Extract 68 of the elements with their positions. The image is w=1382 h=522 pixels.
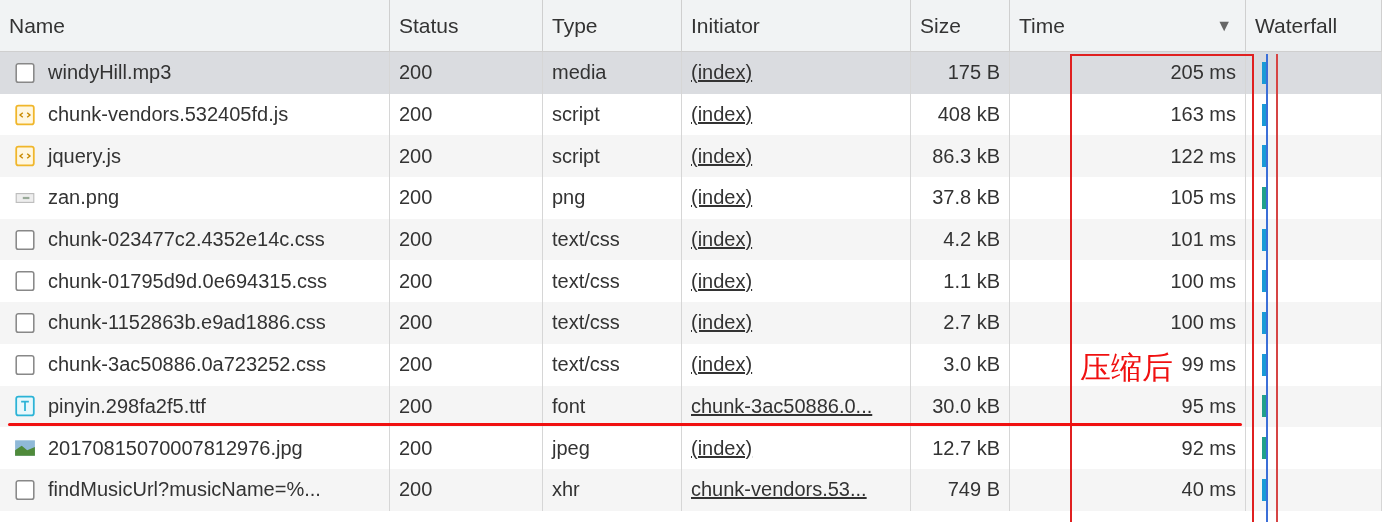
initiator-link[interactable]: (index) <box>691 228 753 252</box>
document-icon <box>14 61 36 84</box>
table-row[interactable]: 20170815070007812976.jpg 200 jpeg (index) 12.7 kB 92 ms <box>0 427 1382 469</box>
file-name: chunk-01795d9d.0e694315.css <box>48 269 328 293</box>
table-row[interactable]: chunk-01795d9d.0e694315.css 200 text/css (index) 1.1 kB 100 ms <box>0 260 1382 303</box>
time-value: 205 ms <box>1010 52 1246 94</box>
file-name: chunk-1152863b.e9ad1886.css <box>48 311 326 335</box>
document-icon <box>14 353 36 376</box>
script-icon <box>14 145 36 168</box>
file-name: chunk-vendors.532405fd.js <box>48 103 289 127</box>
document-icon <box>14 478 36 501</box>
resource-type: media <box>543 52 682 94</box>
file-name: 20170815070007812976.jpg <box>48 436 303 460</box>
initiator-link[interactable]: (index) <box>691 103 753 127</box>
file-name: windyHill.mp3 <box>48 61 172 85</box>
document-icon <box>14 270 36 293</box>
sort-indicator: ▼ <box>1216 16 1232 35</box>
initiator-link[interactable]: (index) <box>691 144 753 168</box>
initiator-link[interactable]: (index) <box>691 61 753 85</box>
resource-type: text/css <box>543 302 682 344</box>
file-name: pinyin.298fa2f5.ttf <box>48 394 206 418</box>
table-row[interactable]: jquery.js 200 script (index) 86.3 kB 122 ms <box>0 135 1382 178</box>
column-header[interactable]: Status <box>390 0 543 52</box>
column-header[interactable]: Size <box>911 0 1010 52</box>
resource-type: xhr <box>543 468 682 511</box>
size-value: 86.3 kB <box>911 135 1010 178</box>
file-name: zan.png <box>48 186 120 210</box>
time-value: 122 ms <box>1010 135 1246 178</box>
font-icon <box>14 395 36 418</box>
status-code: 200 <box>390 52 543 94</box>
initiator-link[interactable]: (index) <box>691 436 753 460</box>
table-row[interactable]: chunk-vendors.532405fd.js 200 script (index) 408 kB 163 ms <box>0 93 1382 136</box>
resource-type: text/css <box>543 218 682 261</box>
document-icon <box>14 311 36 334</box>
time-value: 40 ms <box>1010 468 1246 511</box>
table-row[interactable]: chunk-1152863b.e9ad1886.css 200 text/css (index) 2.7 kB 100 ms <box>0 302 1382 344</box>
status-code: 200 <box>390 468 543 511</box>
size-value: 2.7 kB <box>911 302 1010 344</box>
table-row[interactable]: findMusicUrl?musicName=%... 200 xhr chunk-vendors.53... 749 B 40 ms <box>0 468 1382 511</box>
column-header[interactable]: Type <box>543 0 682 52</box>
initiator-link[interactable]: (index) <box>691 311 753 335</box>
table-row[interactable]: chunk-023477c2.4352e14c.css 200 text/css (index) 4.2 kB 101 ms <box>0 218 1382 261</box>
size-value: 749 B <box>911 468 1010 511</box>
table-row[interactable]: pinyin.298fa2f5.ttf 200 font chunk-3ac50886.0... 30.0 kB 95 ms <box>0 385 1382 428</box>
size-value: 4.2 kB <box>911 218 1010 261</box>
time-value: 101 ms <box>1010 218 1246 261</box>
script-icon <box>14 103 36 126</box>
column-header[interactable]: Waterfall <box>1246 0 1382 52</box>
table-row[interactable]: zan.png 200 png (index) 37.8 kB 105 ms <box>0 177 1382 219</box>
resource-type: script <box>543 135 682 178</box>
annotation-text: 压缩后 <box>1080 349 1173 387</box>
file-name: chunk-3ac50886.0a723252.css <box>48 353 326 377</box>
initiator-link[interactable]: (index) <box>691 186 753 210</box>
initiator-link[interactable]: (index) <box>691 353 753 377</box>
table-row[interactable]: windyHill.mp3 200 media (index) 175 B 205 ms <box>0 52 1382 94</box>
column-header[interactable]: Initiator <box>682 0 911 52</box>
status-code: 200 <box>390 135 543 178</box>
column-header[interactable]: Time ▼ <box>1010 0 1246 52</box>
document-icon <box>14 228 36 251</box>
file-name: chunk-023477c2.4352e14c.css <box>48 228 325 252</box>
column-header[interactable]: Name <box>0 0 390 52</box>
status-code: 200 <box>390 218 543 261</box>
initiator-link[interactable]: (index) <box>691 269 753 293</box>
file-name: findMusicUrl?musicName=%... <box>48 478 321 502</box>
size-value: 175 B <box>911 52 1010 94</box>
file-name: jquery.js <box>48 144 121 168</box>
status-code: 200 <box>390 302 543 344</box>
time-value: 100 ms <box>1010 302 1246 344</box>
